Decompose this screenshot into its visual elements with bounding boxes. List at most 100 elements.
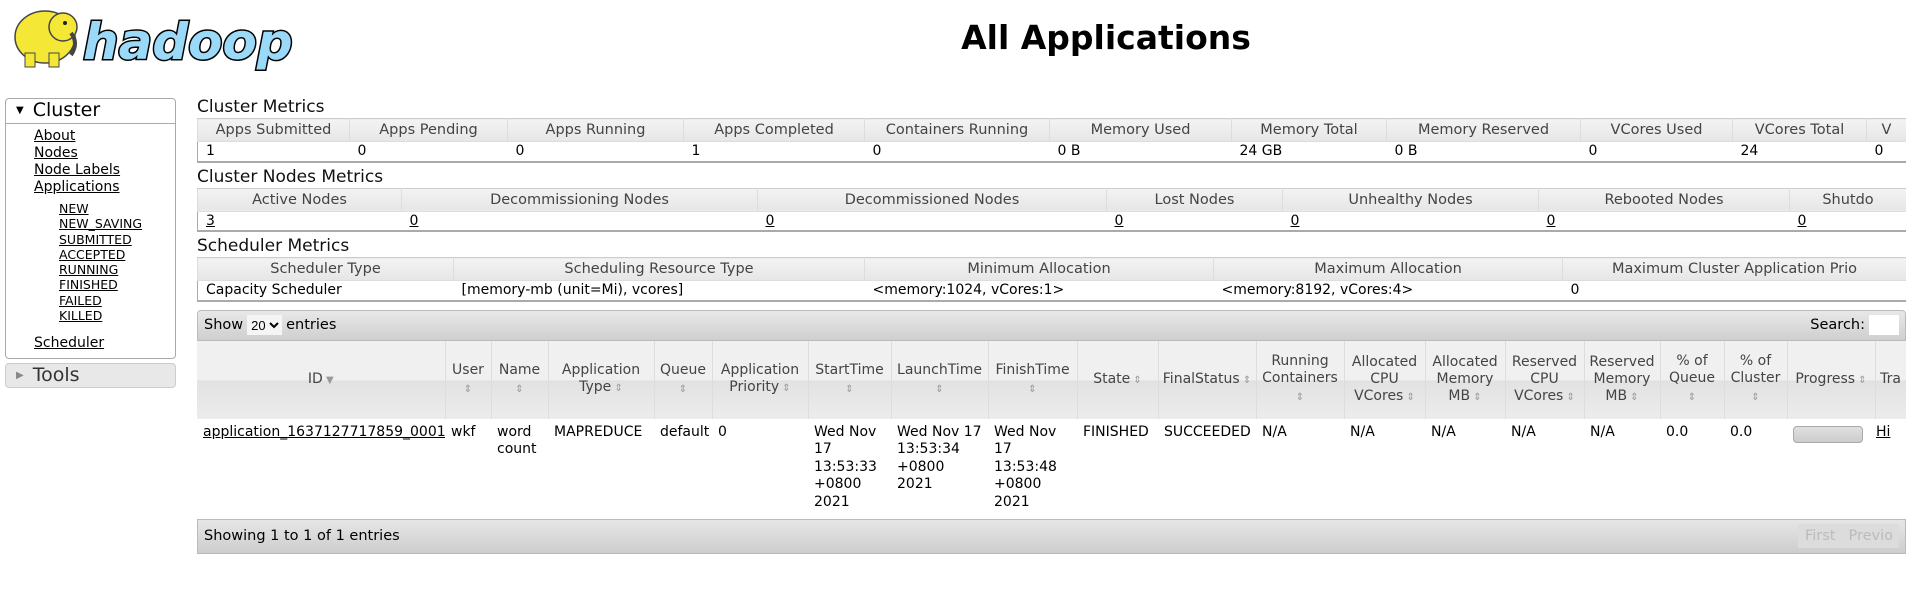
svg-text:hadoop: hadoop — [83, 13, 293, 71]
value-row: 1 0 0 1 0 0 B 24 GB 0 B 0 24 0 — [198, 142, 1906, 162]
nav-state-killed[interactable]: KILLED — [59, 308, 102, 323]
metric-value: 0 — [872, 143, 882, 160]
column-label: % of Queue — [1669, 353, 1715, 386]
column-header-allocated-cpu-vcores[interactable]: Allocated CPU VCores ⇕ — [1344, 340, 1426, 419]
nav-scheduler[interactable]: Scheduler — [34, 335, 104, 352]
column-label: Name — [498, 361, 541, 378]
column-header-reserved-memory-mb[interactable]: Reserved Memory MB ⇕ — [1584, 340, 1661, 419]
metric-link[interactable]: 0 — [1291, 213, 1300, 229]
user-value: wkf — [451, 423, 476, 440]
sort-icon: ⇕ — [1028, 383, 1037, 395]
hadoop-logo: hadoop — [5, 3, 305, 75]
metric-link[interactable]: 0 — [1798, 213, 1807, 229]
column-header-id[interactable]: ID ▼ — [197, 340, 446, 419]
launch-value: Wed Nov 17 13:53:34 +0800 2021 — [897, 423, 982, 493]
metric-value: 24 GB — [1239, 143, 1283, 160]
nav-state-finished[interactable]: FINISHED — [59, 277, 118, 292]
tools-nav-header[interactable]: ▶ Tools — [5, 363, 176, 389]
sort-icon: ⇕ — [1563, 391, 1575, 403]
column-header-finishtime[interactable]: FinishTime ⇕ — [988, 340, 1078, 419]
column-header-tra[interactable]: Tra — [1875, 340, 1906, 419]
cluster-nav-header[interactable]: ▼ Cluster — [6, 99, 175, 124]
metric-value: [memory-mb (unit=Mi), vcores] — [461, 282, 684, 299]
metric-header: Memory Reserved — [1386, 118, 1581, 142]
sort-icon: ▼ — [322, 374, 334, 386]
table-footer: Showing 1 to 1 of 1 entries First Previo — [197, 518, 1906, 554]
column-header-application-type[interactable]: Application Type ⇕ — [548, 340, 655, 419]
column-header-queue[interactable]: Queue ⇕ — [654, 340, 713, 419]
nav-state-failed[interactable]: FAILED — [59, 293, 102, 308]
pct-cluster-value: 0.0 — [1730, 423, 1753, 440]
column-header-running-containers[interactable]: Running Containers ⇕ — [1256, 340, 1345, 419]
metric-value: 1 — [691, 143, 701, 160]
column-label: Progress — [1795, 370, 1856, 387]
tracking-ui-link[interactable]: Hi — [1876, 424, 1890, 440]
name-value: word count — [497, 423, 537, 458]
nav-state-submitted[interactable]: SUBMITTED — [59, 232, 132, 247]
column-header-finalstatus[interactable]: FinalStatus ⇕ — [1158, 340, 1257, 419]
entries-per-page-select[interactable]: 20 — [247, 315, 283, 335]
metric-value: 0 — [1570, 282, 1580, 299]
nav-nodes[interactable]: Nodes — [34, 145, 78, 162]
nodes-metrics-title: Cluster Nodes Metrics — [197, 166, 384, 187]
metric-link[interactable]: 0 — [1115, 213, 1124, 229]
header-row: Active Nodes Decommissioning Nodes Decommi… — [197, 187, 1906, 212]
applications-table: ID ▼ User ⇕ Name ⇕ Application Type ⇕ Queue … — [197, 340, 1906, 519]
entries-label: entries — [286, 317, 337, 333]
cell-res-vcores: N/A — [1505, 419, 1584, 519]
nav-state-new-saving[interactable]: NEW_SAVING — [59, 216, 142, 231]
previous-page-button[interactable]: Previo — [1841, 524, 1899, 548]
column-header-starttime[interactable]: StartTime ⇕ — [808, 340, 892, 419]
column-header-name[interactable]: Name ⇕ — [491, 340, 549, 419]
cell-id: application_1637127717859_0001 — [197, 419, 445, 519]
metric-link[interactable]: 3 — [206, 213, 215, 229]
nav-state-running[interactable]: RUNNING — [59, 262, 118, 277]
metric-value: 0 — [357, 143, 367, 160]
metric-value: <memory:8192, vCores:4> — [1221, 282, 1414, 299]
sort-icon: ⇕ — [1687, 392, 1697, 403]
metric-header: Memory Total — [1231, 118, 1387, 142]
column-header-progress[interactable]: Progress ⇕ — [1787, 340, 1876, 419]
metric-header: Maximum Allocation — [1213, 257, 1563, 281]
nav-about[interactable]: About — [34, 128, 75, 145]
metric-link[interactable]: 0 — [766, 213, 775, 229]
column-header-state[interactable]: State ⇕ — [1077, 340, 1159, 419]
final-status-value: SUCCEEDED — [1164, 423, 1251, 440]
metric-header: Maximum Cluster Application Prio — [1562, 257, 1906, 281]
header-row: Apps Submitted Apps Pending Apps Running Ap… — [197, 118, 1906, 142]
column-header-allocated-memory-mb[interactable]: Allocated Memory MB ⇕ — [1425, 340, 1506, 419]
column-header--of-queue[interactable]: % of Queue ⇕ — [1660, 340, 1725, 419]
nav-state-new[interactable]: NEW — [59, 201, 89, 216]
column-header-application-priority[interactable]: Application Priority ⇕ — [712, 340, 809, 419]
column-header--of-cluster[interactable]: % of Cluster ⇕ — [1724, 340, 1788, 419]
cell-launch: Wed Nov 17 13:53:34 +0800 2021 — [891, 419, 988, 519]
nav-state-accepted[interactable]: ACCEPTED — [59, 247, 125, 262]
column-header-user[interactable]: User ⇕ — [445, 340, 492, 419]
sort-icon: ⇕ — [779, 383, 791, 394]
metric-header: VCores Used — [1580, 118, 1733, 142]
column-label: Running Containers — [1262, 353, 1338, 386]
metric-link[interactable]: 0 — [1547, 213, 1556, 229]
column-label: FinishTime — [995, 361, 1070, 378]
sort-icon: ⇕ — [678, 383, 688, 395]
first-page-button[interactable]: First — [1797, 524, 1842, 548]
header-row: Scheduler Type Scheduling Resource Type Mi… — [197, 257, 1906, 281]
column-header-launchtime[interactable]: LaunchTime ⇕ — [891, 340, 989, 419]
finish-value: Wed Nov 17 13:53:48 +0800 2021 — [994, 423, 1057, 510]
nav-node-labels[interactable]: Node Labels — [34, 162, 120, 179]
metric-header: VCores Total — [1732, 118, 1867, 142]
nav-applications[interactable]: Applications — [34, 179, 120, 196]
metric-header: Memory Used — [1049, 118, 1232, 142]
column-label: User — [452, 361, 484, 378]
column-header-reserved-cpu-vcores[interactable]: Reserved CPU VCores ⇕ — [1505, 340, 1585, 419]
main-content: Cluster Metrics Apps Submitted Apps Pendi… — [197, 96, 1906, 554]
column-label: StartTime — [815, 361, 884, 378]
metric-value: 0 — [1539, 211, 1790, 231]
application-id-link[interactable]: application_1637127717859_0001 — [203, 424, 445, 440]
table-row: application_1637127717859_0001 wkf word co… — [197, 419, 1906, 519]
search-input[interactable] — [1869, 315, 1899, 335]
metric-link[interactable]: 0 — [410, 213, 419, 229]
metric-header: Decommissioned Nodes — [757, 187, 1107, 212]
sort-icon: ⇕ — [1751, 392, 1760, 403]
show-label: Show — [204, 317, 244, 333]
